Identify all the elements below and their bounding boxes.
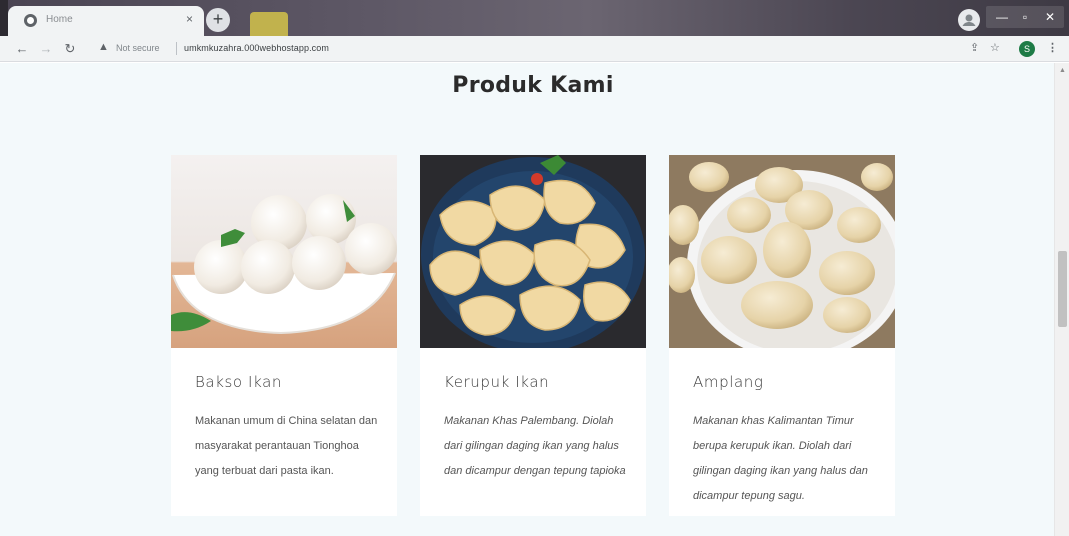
restore-button[interactable]: ▫ — [1014, 8, 1036, 26]
tab-strip: Home × + — ▫ ✕ — [0, 0, 1069, 36]
scrollbar-thumb[interactable] — [1058, 251, 1067, 327]
security-label[interactable]: Not secure — [116, 43, 160, 53]
menu-dots-icon[interactable]: ⋮ — [1047, 41, 1058, 54]
star-icon[interactable]: ☆ — [990, 41, 1000, 54]
product-description: Makanan umum di China selatan dan masyar… — [195, 415, 378, 477]
address-separator — [176, 42, 177, 55]
product-name: Kerupuk Ikan — [444, 373, 550, 391]
address-bar[interactable]: ▲ Not secure umkmkuzahra.000webhostapp.c… — [94, 39, 964, 59]
minimize-button[interactable]: — — [991, 8, 1013, 26]
page-viewport: Produk Kami Bakso Ikan Makanan umum di C… — [0, 63, 1054, 536]
product-image-bakso — [171, 155, 397, 348]
new-tab-button[interactable]: + — [206, 8, 230, 32]
product-image-kerupuk — [420, 155, 646, 348]
forward-arrow-icon[interactable]: → — [38, 40, 54, 58]
globe-icon — [24, 14, 37, 27]
page-scrollbar[interactable]: ▲ — [1054, 63, 1069, 536]
profile-chip[interactable] — [958, 9, 980, 31]
product-description: Makanan Khas Palembang. Diolah dari gili… — [444, 415, 626, 477]
tab-strip-edge — [0, 0, 8, 36]
product-card: Amplang Makanan khas Kalimantan Timur be… — [669, 155, 895, 516]
section-title: Produk Kami — [452, 73, 614, 98]
product-name: Bakso Ikan — [195, 373, 283, 391]
account-avatar[interactable]: S — [1019, 41, 1035, 57]
tab-title: Home — [46, 14, 73, 25]
url-text[interactable]: umkmkuzahra.000webhostapp.com — [184, 43, 329, 53]
browser-tab[interactable]: Home × — [8, 6, 204, 36]
product-card: Kerupuk Ikan Makanan Khas Palembang. Dio… — [420, 155, 646, 516]
browser-toolbar: ← → ↻ ▲ Not secure umkmkuzahra.000webhos… — [0, 36, 1069, 62]
back-arrow-icon[interactable]: ← — [14, 40, 30, 58]
tab-strip-decoration — [250, 12, 288, 36]
profile-icon — [962, 14, 976, 26]
warning-icon: ▲ — [98, 41, 109, 53]
tab-close-button[interactable]: × — [186, 12, 193, 26]
scroll-up-icon[interactable]: ▲ — [1059, 67, 1066, 74]
share-icon[interactable]: ⇪ — [970, 41, 979, 54]
product-card: Bakso Ikan Makanan umum di China selatan… — [171, 155, 397, 516]
product-description: Makanan khas Kalimantan Timur berupa ker… — [693, 415, 868, 502]
product-name: Amplang — [693, 373, 764, 391]
reload-icon[interactable]: ↻ — [62, 40, 78, 58]
close-window-button[interactable]: ✕ — [1039, 8, 1061, 26]
product-image-amplang — [669, 155, 895, 348]
